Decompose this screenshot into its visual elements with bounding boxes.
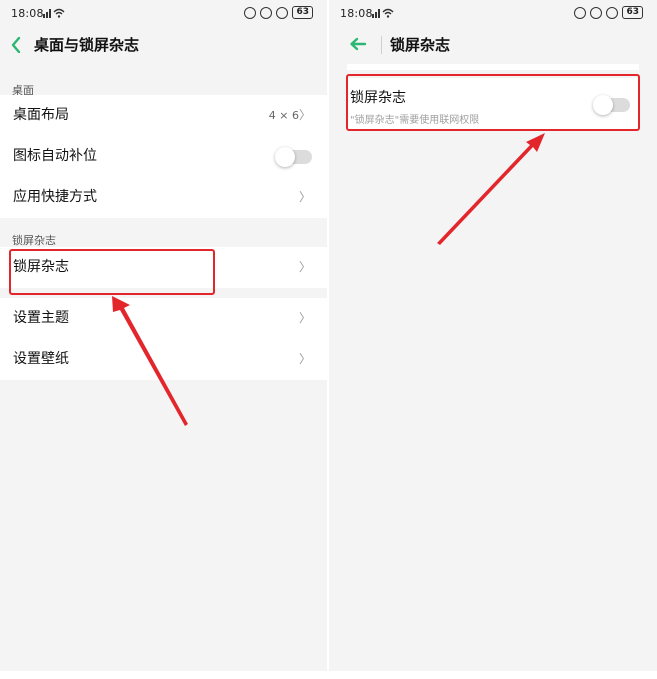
frame-bottom-strip [0,671,657,679]
setting-wallpaper[interactable]: 设置壁纸 〉 [0,339,327,380]
lock-rotation-icon [260,6,273,19]
battery-icon: 63 [292,6,313,19]
chevron-right-icon: 〉 [298,352,311,366]
status-time: 18:08 [11,7,44,20]
status-bar: 18:08 63 [0,0,327,28]
signal-wifi-icon [372,8,394,18]
row-label: 图标自动补位 [13,148,97,164]
setting-desktop-layout[interactable]: 桌面布局 4 × 6 〉 [0,95,327,136]
chevron-right-icon: 〉 [298,190,311,204]
chevron-left-icon[interactable] [11,37,21,53]
highlight-box [9,249,215,295]
signal-wifi-icon [43,8,65,18]
setting-icon-auto-fill[interactable]: 图标自动补位 [0,136,327,177]
alarm-icon [276,6,289,19]
vibrate-icon [574,6,587,19]
status-icons: 63 [244,6,313,19]
theme-settings-group: 设置主题 〉 设置壁纸 〉 [0,298,327,380]
row-value: 4 × 6 [268,109,299,122]
row-label: 设置主题 [13,310,69,326]
vibrate-icon [244,6,257,19]
top-spacer [347,64,639,70]
page-title: 桌面与锁屏杂志 [34,36,140,54]
row-label: 设置壁纸 [13,351,69,367]
desktop-settings-group: 桌面布局 4 × 6 〉 图标自动补位 应用快捷方式 〉 [0,95,327,218]
battery-icon: 63 [622,6,643,19]
alarm-icon [606,6,619,19]
icon-auto-fill-toggle[interactable] [275,147,312,167]
chevron-right-icon: 〉 [298,311,311,325]
left-screen: 18:08 63 桌面与锁屏杂志 桌面 桌面布局 4 × 6 〉 图标自动补位 … [0,0,327,679]
arrow-left-icon[interactable] [349,37,367,51]
nav-divider [381,36,382,54]
row-label: 桌面布局 [13,107,69,123]
status-bar: 18:08 63 [329,0,657,28]
status-time: 18:08 [340,7,373,20]
row-label: 应用快捷方式 [13,189,97,205]
setting-theme[interactable]: 设置主题 〉 [0,298,327,339]
setting-app-shortcuts[interactable]: 应用快捷方式 〉 [0,177,327,218]
nav-bar: 锁屏杂志 [329,28,657,62]
toggle-knob [275,147,295,167]
status-icons: 63 [574,6,643,19]
lock-rotation-icon [590,6,603,19]
section-header-lock: 锁屏杂志 [12,234,56,247]
chevron-right-icon: 〉 [298,260,311,274]
nav-bar: 桌面与锁屏杂志 [0,28,327,62]
right-screen: 18:08 63 锁屏杂志 锁屏杂志 "锁屏杂志"需要使用联网权限 [329,0,657,679]
chevron-right-icon: 〉 [298,108,311,122]
highlight-box [346,74,640,131]
page-title: 锁屏杂志 [390,36,451,54]
